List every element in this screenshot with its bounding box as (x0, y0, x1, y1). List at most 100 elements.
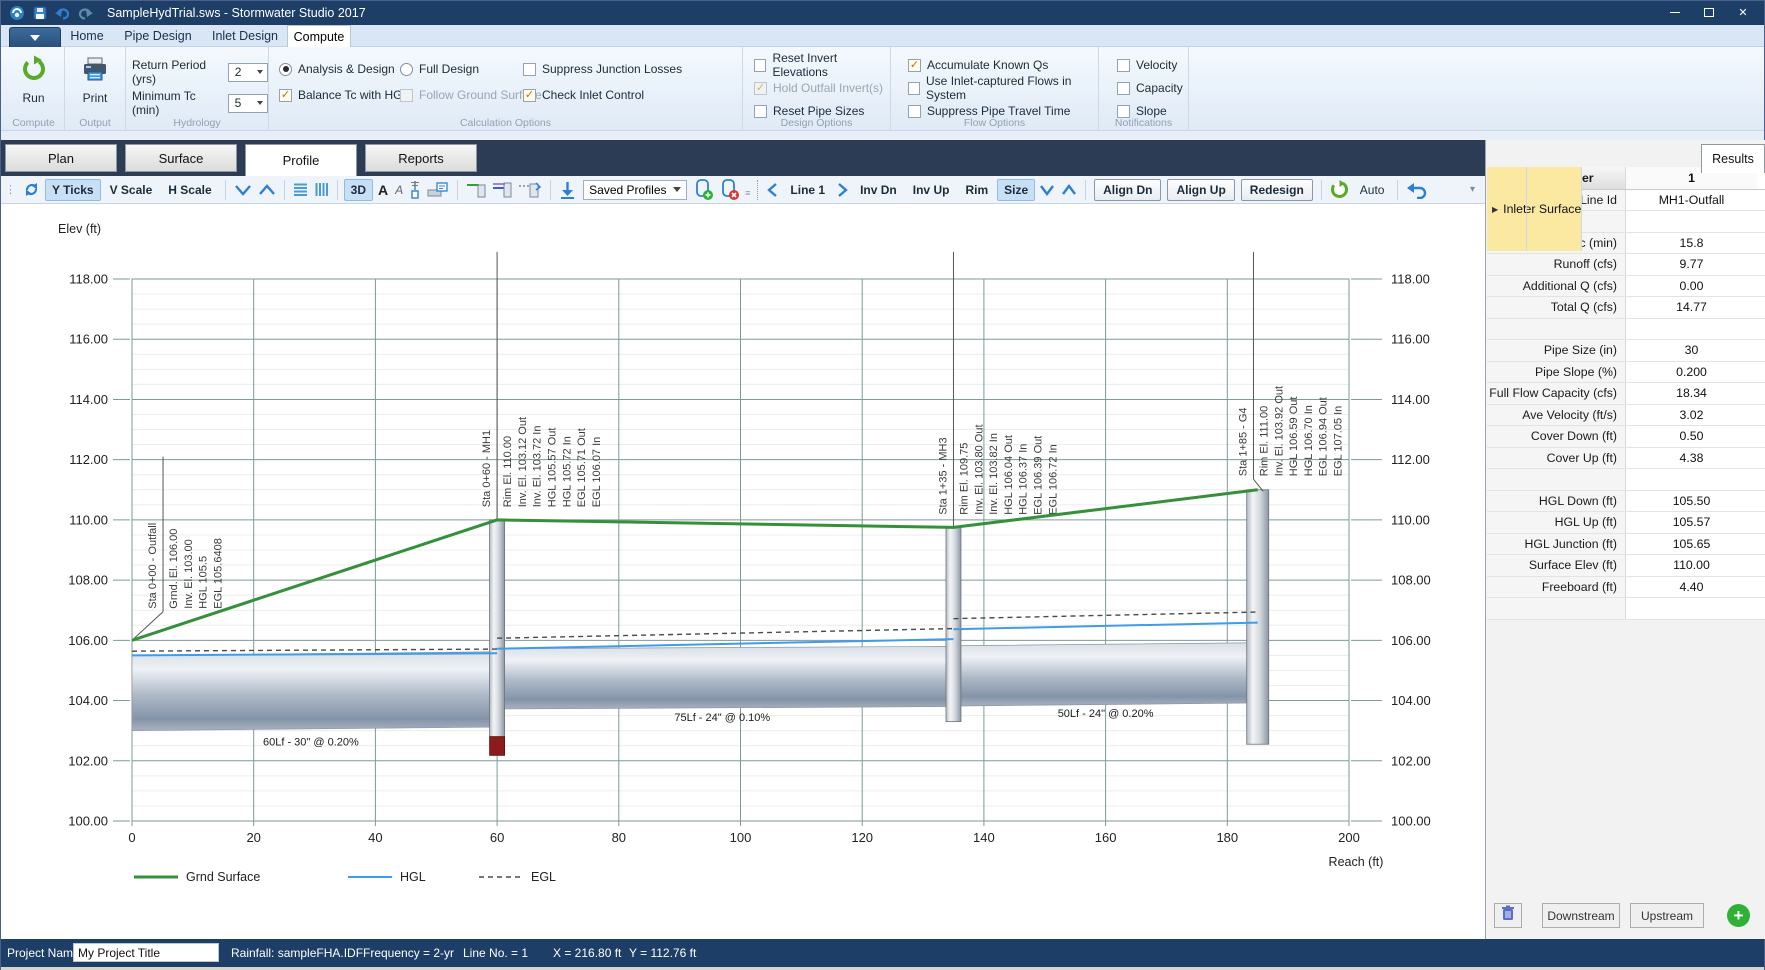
results-row[interactable]: Total Q (cfs)14.77 (1487, 297, 1765, 319)
checkbox-slope[interactable]: Slope (1117, 104, 1167, 118)
delete-line-button[interactable] (1494, 903, 1522, 928)
view-tab-reports[interactable]: Reports (365, 144, 477, 172)
redesign-button[interactable]: Redesign (1241, 179, 1313, 201)
chevron-up-icon[interactable] (258, 184, 276, 196)
add-line-button[interactable]: + (1727, 904, 1750, 927)
results-row[interactable]: Full Flow Capacity (cfs)18.34 (1487, 383, 1765, 405)
minimum-tc-select[interactable]: 5 (228, 94, 268, 113)
three-d-toggle[interactable]: 3D (344, 179, 373, 201)
refresh-icon[interactable] (22, 180, 41, 199)
view-tab-surface[interactable]: Surface (125, 144, 237, 172)
checkbox-reset-pipe-sizes[interactable]: Reset Pipe Sizes (754, 104, 864, 118)
results-group-row[interactable]: ◢Water Surface (1487, 469, 1765, 491)
panel-tab-results[interactable]: Results (1701, 144, 1765, 173)
view-tab-plan[interactable]: Plan (5, 144, 117, 172)
results-row[interactable]: Surface Elev (ft)110.00 (1487, 555, 1765, 577)
results-row-value[interactable]: 0.50 (1626, 426, 1757, 447)
toolbar-grip[interactable]: ⋮ (5, 183, 15, 196)
results-row-value[interactable]: 4.40 (1626, 577, 1757, 598)
results-row-value[interactable]: 105.50 (1626, 491, 1757, 512)
checkbox-velocity[interactable]: Velocity (1117, 58, 1177, 72)
invert-up-icon[interactable] (492, 182, 512, 198)
nudge-up-icon[interactable] (1061, 184, 1077, 196)
auto-label[interactable]: Auto (1353, 179, 1392, 201)
results-row-value[interactable]: 18.34 (1626, 383, 1757, 404)
print-button[interactable]: Print (65, 55, 125, 105)
ribbon-tab-compute[interactable]: Compute (287, 25, 351, 47)
checkbox-suppress-junction-losses[interactable]: Suppress Junction Losses (523, 62, 682, 76)
minimize-button[interactable] (1658, 2, 1692, 23)
inv-up-button[interactable]: Inv Up (906, 179, 957, 201)
view-tab-profile[interactable]: Profile (245, 144, 357, 176)
results-row-value[interactable]: 14.77 (1626, 297, 1757, 318)
results-row[interactable]: HGL Down (ft)105.50 (1487, 491, 1765, 513)
ribbon-tab-home[interactable]: Home (63, 25, 111, 47)
results-row[interactable]: HGL Junction (ft)105.65 (1487, 534, 1765, 556)
results-row-value[interactable]: 15.8 (1626, 233, 1757, 254)
results-row-value[interactable]: 105.65 (1626, 534, 1757, 555)
results-row-value[interactable]: 105.57 (1626, 512, 1757, 533)
delete-profile-icon[interactable] (720, 179, 740, 201)
save-icon[interactable] (33, 6, 47, 20)
rim-button[interactable]: Rim (958, 179, 995, 201)
redo-icon[interactable] (78, 6, 93, 20)
run-button[interactable]: Run (3, 55, 64, 105)
results-group-header[interactable]: ▶Inlet (1487, 167, 1527, 251)
results-row[interactable]: HGL Up (ft)105.57 (1487, 512, 1765, 534)
results-row-value[interactable]: 3.02 (1626, 405, 1757, 426)
downstream-button[interactable]: Downstream (1542, 903, 1620, 928)
y-ticks-toggle[interactable]: Y Ticks (45, 179, 101, 201)
results-row[interactable]: Ave Velocity (ft/s)3.02 (1487, 405, 1765, 427)
ribbon-tab-pipe-design[interactable]: Pipe Design (119, 25, 197, 47)
results-row-value[interactable]: 4.38 (1626, 448, 1757, 469)
results-row-value[interactable]: 30 (1626, 340, 1757, 361)
checkbox-capacity[interactable]: Capacity (1117, 81, 1183, 95)
profile-chart[interactable]: Sta 0+00 - OutfallGrnd. El. 106.00Inv. E… (1, 204, 1485, 939)
results-row[interactable]: Additional Q (cfs)0.00 (1487, 276, 1765, 298)
horizontal-gridlines-icon[interactable] (293, 182, 308, 197)
results-row[interactable]: Pipe Size (in)30 (1487, 340, 1765, 362)
font-small-icon[interactable]: A (392, 183, 406, 197)
pipe-label-icon[interactable] (427, 182, 449, 198)
checkbox-accumulate-known-qs[interactable]: Accumulate Known Qs (908, 58, 1048, 72)
results-row-value[interactable]: 9.77 (1626, 254, 1757, 275)
add-profile-icon[interactable] (694, 179, 714, 201)
results-row-value[interactable]: 110.00 (1626, 555, 1757, 576)
radio-analysis-design[interactable]: Analysis & Design (279, 62, 395, 76)
results-row[interactable]: Cover Down (ft)0.50 (1487, 426, 1765, 448)
upstream-button[interactable]: Upstream (1630, 903, 1704, 928)
results-group-row[interactable]: ▶Inlet (1487, 598, 1765, 620)
undo-profile-icon[interactable] (1406, 181, 1428, 199)
align-up-button[interactable]: Align Up (1167, 179, 1234, 201)
nudge-down-icon[interactable] (1039, 184, 1055, 196)
results-row[interactable]: Runoff (cfs)9.77 (1487, 254, 1765, 276)
next-line-icon[interactable] (836, 182, 849, 198)
results-row[interactable]: Pipe Slope (%)0.200 (1487, 362, 1765, 384)
expand-icon[interactable]: ▶ (1492, 205, 1498, 214)
maximize-button[interactable] (1692, 2, 1726, 23)
toolbar-overflow-icon[interactable]: ▾ (1470, 184, 1475, 195)
auto-run-icon[interactable] (1330, 180, 1349, 199)
checkbox-hold-outfall-inverts[interactable]: Hold Outfall Invert(s) (754, 81, 883, 95)
results-row-value[interactable]: 0.200 (1626, 362, 1757, 383)
download-profile-icon[interactable] (559, 181, 576, 199)
results-row[interactable]: Cover Up (ft)4.38 (1487, 448, 1765, 470)
station-markers-icon[interactable] (409, 180, 421, 199)
results-group-row[interactable]: ◢Conduit (1487, 319, 1765, 341)
checkbox-use-inlet-captured-flows[interactable]: Use Inlet-captured Flows in System (908, 74, 1098, 102)
inv-dn-button[interactable]: Inv Dn (853, 179, 904, 201)
invert-down-icon[interactable] (466, 182, 486, 198)
h-scale-button[interactable]: H Scale (161, 179, 218, 201)
vertical-gridlines-icon[interactable] (314, 182, 329, 197)
profile-chart-svg[interactable]: Sta 0+00 - OutfallGrnd. El. 106.00Inv. E… (1, 204, 1485, 939)
radio-full-design[interactable]: Full Design (400, 62, 479, 76)
ribbon-tab-inlet-design[interactable]: Inlet Design (205, 25, 285, 47)
app-icon[interactable] (9, 5, 25, 21)
checkbox-balance-tc-with-hgl[interactable]: Balance Tc with HGL (279, 88, 409, 102)
checkbox-reset-invert-elevations[interactable]: Reset Invert Elevations (754, 51, 890, 79)
align-dn-button[interactable]: Align Dn (1094, 179, 1161, 201)
close-button[interactable]: ✕ (1726, 2, 1760, 23)
project-name-input[interactable] (73, 943, 219, 962)
font-large-icon[interactable]: A (374, 182, 392, 198)
checkbox-check-inlet-control[interactable]: Check Inlet Control (523, 88, 644, 102)
